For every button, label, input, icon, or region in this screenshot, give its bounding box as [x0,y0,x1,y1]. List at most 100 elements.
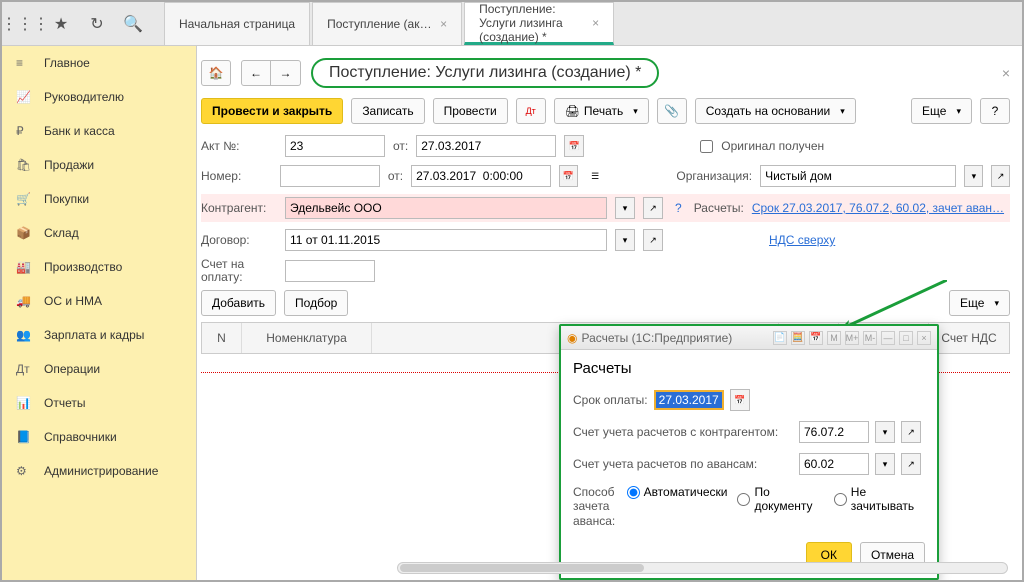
calc-link[interactable]: Срок 27.03.2017, 76.07.2, 60.02, зачет а… [752,201,1004,215]
open-icon[interactable]: ↗ [643,197,663,219]
gear-icon: ⚙ [16,464,32,478]
act-no-input[interactable] [285,135,385,157]
win-icon[interactable]: 🧮 [791,331,805,345]
sidebar-item-sales[interactable]: 🛍Продажи [2,148,196,182]
sidebar-item-production[interactable]: 🏭Производство [2,250,196,284]
post-button[interactable]: Провести [433,98,508,124]
sidebar-item-catalogs[interactable]: 📘 Справочники [2,420,196,454]
dropdown-icon[interactable]: ▾ [875,453,895,475]
open-icon[interactable]: ↗ [643,229,663,251]
create-based-button[interactable]: Создать на основании [695,98,856,124]
help-link[interactable]: ? [675,201,682,215]
close-page-icon[interactable]: × [1002,65,1010,81]
sidebar-item-bank[interactable]: ₽Банк и касса [2,114,196,148]
calendar-icon[interactable]: 📅 [564,135,584,157]
list-icon[interactable]: ☰ [586,165,605,187]
print-button[interactable]: 🖨Печать [554,98,649,124]
open-icon[interactable]: ↗ [901,421,921,443]
original-checkbox[interactable] [700,140,713,153]
add-button[interactable]: Добавить [201,290,276,316]
modal-wintitle: Расчеты (1С:Предприятие) [581,331,732,345]
sidebar-item-operations[interactable]: ДтОперации [2,352,196,386]
radio-input[interactable] [737,493,750,506]
win-m-icon[interactable]: M [827,331,841,345]
sidebar-item-manager[interactable]: 📈Руководителю [2,80,196,114]
sidebar-label: Справочники [44,430,117,444]
sidebar-label: Продажи [44,158,94,172]
forward-button[interactable]: → [271,60,301,86]
history-icon[interactable]: ↻ [88,15,106,33]
sidebar-label: Операции [44,362,100,376]
close-icon[interactable]: × [440,17,447,31]
radio-auto[interactable]: Автоматически [627,485,728,499]
win-icon[interactable]: 📅 [809,331,823,345]
horizontal-scrollbar[interactable] [397,562,1008,574]
back-button[interactable]: ← [241,60,271,86]
tab-receipts[interactable]: Поступление (акты, накладные)× [312,2,462,45]
dropdown-icon[interactable]: ▾ [615,229,635,251]
tab-home[interactable]: Начальная страница [164,2,310,45]
method-label: Способ зачета аванса: [573,485,621,528]
dtkt-button[interactable]: Дт [516,98,546,124]
post-and-close-button[interactable]: Провести и закрыть [201,98,343,124]
win-icon[interactable]: 📄 [773,331,787,345]
help-button[interactable]: ? [980,98,1010,124]
search-icon[interactable]: 🔍 [124,15,142,33]
star-icon[interactable]: ★ [52,15,70,33]
dropdown-icon[interactable]: ▾ [964,165,983,187]
radio-doc[interactable]: По документу [737,485,823,513]
radio-input[interactable] [834,493,847,506]
contragent-input[interactable] [285,197,607,219]
scrollbar-thumb[interactable] [400,564,644,572]
sidebar-item-reports[interactable]: 📊Отчеты [2,386,196,420]
act-date-input[interactable] [416,135,556,157]
attach-button[interactable]: 📎 [657,98,687,124]
modal-titlebar[interactable]: ◉ Расчеты (1С:Предприятие) 📄 🧮 📅 M M+ M-… [561,326,937,350]
home-button[interactable]: 🏠 [201,60,231,86]
col-nomen: Номенклатура [242,323,372,353]
sidebar-item-admin[interactable]: ⚙Администрирование [2,454,196,488]
radio-label: Не зачитывать [851,485,925,513]
more-table-button[interactable]: Еще [949,290,1010,316]
calendar-icon[interactable]: 📅 [559,165,578,187]
sidebar-item-warehouse[interactable]: 📦Склад [2,216,196,250]
nds-link[interactable]: НДС сверху [769,233,835,247]
acc2-input[interactable] [799,453,869,475]
sidebar-item-purchases[interactable]: 🛒Покупки [2,182,196,216]
bill-input[interactable] [285,260,375,282]
factory-icon: 🏭 [16,260,32,274]
book-icon: 📘 [16,430,32,444]
more-button[interactable]: Еще [911,98,972,124]
tab-current[interactable]: Поступление: Услуги лизинга (создание) *… [464,2,614,45]
close-icon[interactable]: × [917,331,931,345]
contract-input[interactable] [285,229,607,251]
minimize-icon[interactable]: — [881,331,895,345]
radio-none[interactable]: Не зачитывать [834,485,925,513]
win-mplus-icon[interactable]: M+ [845,331,859,345]
calc-modal: ◉ Расчеты (1С:Предприятие) 📄 🧮 📅 M M+ M-… [559,324,939,580]
number-input[interactable] [280,165,380,187]
sidebar-item-salary[interactable]: 👥Зарплата и кадры [2,318,196,352]
radio-input[interactable] [627,486,640,499]
win-mminus-icon[interactable]: M- [863,331,877,345]
pick-button[interactable]: Подбор [284,290,348,316]
sidebar-label: Покупки [44,192,89,206]
people-icon: 👥 [16,328,32,342]
dropdown-icon[interactable]: ▾ [615,197,635,219]
maximize-icon[interactable]: □ [899,331,913,345]
calendar-icon[interactable]: 📅 [730,389,750,411]
number-date-input[interactable] [411,165,551,187]
open-icon[interactable]: ↗ [901,453,921,475]
close-icon[interactable]: × [592,16,599,30]
org-input[interactable] [760,165,956,187]
acc1-input[interactable] [799,421,869,443]
dropdown-icon[interactable]: ▾ [875,421,895,443]
radio-label: Автоматически [644,485,728,499]
apps-icon[interactable]: ⋮⋮⋮ [16,15,34,33]
save-button[interactable]: Записать [351,98,424,124]
sidebar-item-main[interactable]: ≡Главное [2,46,196,80]
number-label: Номер: [201,169,272,183]
due-input[interactable]: 27.03.2017 [654,390,724,410]
sidebar-item-assets[interactable]: 🚚ОС и НМА [2,284,196,318]
open-icon[interactable]: ↗ [991,165,1010,187]
